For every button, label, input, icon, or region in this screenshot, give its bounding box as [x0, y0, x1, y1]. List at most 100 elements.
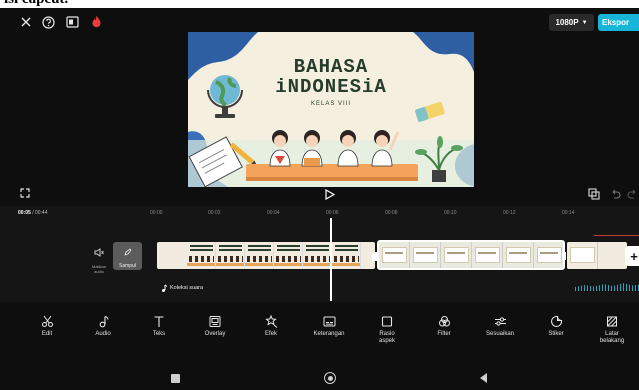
captions-icon	[323, 315, 336, 328]
help-icon[interactable]	[40, 14, 56, 30]
clip-thumbnail	[410, 242, 441, 268]
timeline-tick: 00:04	[267, 210, 280, 216]
nav-home-button[interactable]	[324, 372, 336, 384]
resolution-dropdown[interactable]: 1080P ▼	[549, 14, 594, 31]
text-icon	[153, 315, 165, 328]
timeline-tick: 00:06	[326, 210, 339, 216]
export-button[interactable]: Ekspor	[598, 14, 639, 31]
tool-label: Efek	[264, 331, 277, 337]
cover-label: Sampul	[119, 263, 136, 269]
tool-effects[interactable]: Efek	[247, 315, 295, 338]
cover-button[interactable]: Sampul	[113, 242, 142, 270]
page-caption: isi capcut.	[0, 0, 639, 8]
music-note-icon	[97, 315, 109, 328]
flame-icon[interactable]	[88, 13, 104, 30]
background-icon	[606, 315, 618, 328]
current-time: 00:05	[18, 210, 31, 216]
scissors-icon	[41, 315, 54, 328]
timeline-tick: 00:08	[385, 210, 398, 216]
timeline-tick: 00:02	[208, 210, 221, 216]
home-dot	[327, 375, 333, 381]
aspect-ratio-icon	[381, 315, 393, 328]
clip-thumbnail	[245, 242, 274, 269]
clip-thumbnail	[567, 242, 598, 269]
tool-label: Latar belakang	[599, 331, 625, 344]
music-note-icon	[160, 279, 167, 297]
clip-thumbnail	[332, 242, 361, 269]
video-clip-1[interactable]	[157, 242, 375, 269]
play-icon[interactable]	[322, 186, 338, 202]
clip-thumbnail	[274, 242, 303, 269]
adjust-icon	[494, 315, 507, 328]
tool-edit[interactable]: Edit	[23, 315, 71, 338]
time-readout: 00:05 / 00:44	[18, 210, 47, 216]
trim-handle-left[interactable]	[375, 252, 379, 260]
nav-back-button[interactable]	[478, 372, 490, 384]
mute-audio-label: Matikan audio	[91, 264, 106, 274]
clip-thumbnail	[441, 242, 472, 268]
undo-icon[interactable]	[608, 186, 622, 202]
tool-label: Keterangan	[313, 331, 345, 337]
capcut-editor: 1080P ▼ Ekspor BAHASA iNDONESiA KELAS VI…	[0, 8, 639, 390]
timeline-tick: 00:10	[444, 210, 457, 216]
red-marker	[594, 235, 639, 236]
slide-title-line1: BAHASA	[293, 56, 369, 78]
resolution-value: 1080P	[555, 18, 579, 27]
keyframe-icon[interactable]	[586, 186, 602, 202]
plus-icon: +	[630, 248, 638, 264]
caption-text: isi capcut.	[4, 0, 68, 8]
close-icon[interactable]	[18, 14, 34, 30]
tool-label: Filter	[437, 331, 451, 337]
clip-thumbnail	[303, 242, 332, 269]
video-clip-2[interactable]	[377, 240, 565, 270]
pencil-icon	[123, 243, 132, 261]
audio-track-label[interactable]: Koleksi suara	[160, 279, 203, 297]
tool-filter[interactable]: Filter	[420, 315, 468, 338]
tool-audio[interactable]: Audio	[79, 315, 127, 338]
chevron-down-icon: ▼	[581, 19, 588, 26]
speaker-icon	[94, 244, 104, 262]
sticker-icon	[550, 315, 563, 328]
tool-captions[interactable]: Keterangan	[305, 315, 353, 338]
trim-handle-right[interactable]	[562, 252, 566, 260]
tool-overlay[interactable]: Overlay	[191, 315, 239, 338]
mute-audio-button[interactable]: Matikan audio	[86, 244, 112, 274]
clip-thumbnail	[379, 242, 410, 268]
tool-aspect-ratio[interactable]: Rasio aspek	[363, 315, 411, 345]
redo-icon[interactable]	[626, 186, 639, 202]
tool-label: Audio	[95, 331, 111, 337]
timeline-tick: 00:14	[562, 210, 575, 216]
timeline-tick: 00:00	[150, 210, 163, 216]
playhead[interactable]	[330, 218, 332, 301]
export-label: Ekspor	[602, 18, 630, 27]
clip-thumbnail	[534, 242, 563, 268]
overlay-icon	[209, 315, 221, 328]
add-clip-button[interactable]: +	[625, 246, 639, 266]
video-clip-3[interactable]	[567, 242, 627, 269]
layout-icon[interactable]	[64, 14, 80, 30]
slide-title-line2: iNDONESiA	[275, 76, 387, 98]
clip-thumbnail	[216, 242, 245, 269]
tool-label: Sesuaikan	[485, 331, 515, 337]
tool-label: Teks	[152, 331, 166, 337]
clip-thumbnail	[187, 242, 216, 269]
slide-subtitle: KELAS VIII	[310, 101, 351, 107]
tool-sticker[interactable]: Stiker	[532, 315, 580, 338]
total-time: 00:44	[34, 210, 48, 216]
tool-label: Stiker	[548, 331, 564, 337]
audio-track-name: Koleksi suara	[170, 285, 204, 291]
effects-icon	[264, 315, 278, 328]
tool-text[interactable]: Teks	[135, 315, 183, 338]
timeline-tick: 00:12	[503, 210, 516, 216]
tool-label: Edit	[41, 331, 53, 337]
clip-thumbnail	[472, 242, 503, 268]
nav-recents-button[interactable]	[171, 374, 180, 383]
tool-label: Rasio aspek	[378, 331, 395, 344]
clip-thumbnail	[503, 242, 534, 268]
tool-adjust[interactable]: Sesuaikan	[476, 315, 524, 338]
tool-label: Overlay	[204, 331, 226, 337]
video-preview[interactable]: BAHASA iNDONESiA KELAS VIII	[188, 32, 474, 187]
tool-background[interactable]: Latar belakang	[588, 315, 636, 345]
fullscreen-icon[interactable]	[18, 186, 32, 200]
filter-icon	[438, 315, 451, 328]
